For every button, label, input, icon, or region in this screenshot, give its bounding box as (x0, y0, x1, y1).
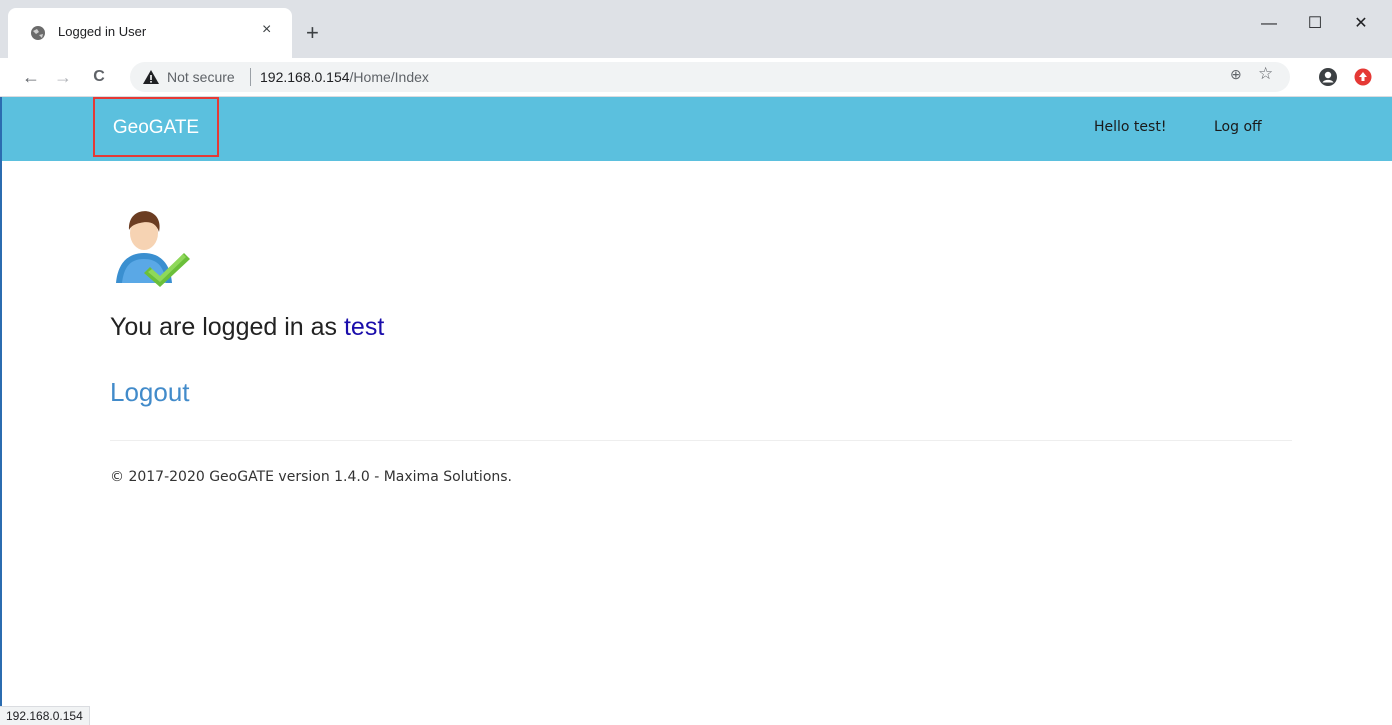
zoom-icon[interactable]: ⊕ (1230, 66, 1242, 83)
log-off-link[interactable]: Log off (1214, 119, 1262, 135)
address-bar[interactable]: Not secure 192.168.0.154/Home/Index (130, 62, 1290, 92)
tab-close-icon[interactable]: × (262, 21, 271, 39)
new-tab-button[interactable]: + (306, 22, 319, 44)
close-window-button[interactable]: ✕ (1338, 12, 1384, 36)
username-text: test (343, 313, 385, 341)
user-check-icon (116, 211, 190, 287)
security-label[interactable]: Not secure (167, 69, 235, 85)
url-path: /Home/Index (349, 69, 429, 85)
page-content: GeoGATE Hello test! Log off You are logg… (0, 97, 1392, 724)
logged-in-message: You are logged in as test (110, 313, 384, 342)
minimize-button[interactable]: — (1246, 12, 1292, 36)
hello-user-link[interactable]: Hello test! (1094, 119, 1166, 135)
url-separator (250, 68, 251, 86)
extension-icon[interactable] (1354, 68, 1372, 86)
warning-icon (143, 70, 159, 84)
brand-link[interactable]: GeoGATE (93, 97, 219, 157)
site-navbar: GeoGATE Hello test! Log off (2, 97, 1392, 161)
logged-in-prefix: You are logged in as (110, 313, 344, 341)
browser-tabstrip: Logged in User × + — ☐ ✕ (0, 0, 1392, 58)
url-host: 192.168.0.154 (260, 69, 350, 85)
url-text[interactable]: 192.168.0.154/Home/Index (260, 69, 429, 85)
bookmark-star-icon[interactable]: ☆ (1258, 64, 1273, 84)
maximize-button[interactable]: ☐ (1292, 12, 1338, 36)
tab-title: Logged in User (58, 24, 147, 39)
forward-icon[interactable]: → (52, 66, 74, 88)
status-bar: 192.168.0.154 (0, 706, 90, 725)
browser-tab[interactable]: Logged in User × (8, 8, 292, 58)
browser-toolbar: ← → C Not secure 192.168.0.154/Home/Inde… (0, 58, 1392, 97)
footer-copyright: © 2017-2020 GeoGATE version 1.4.0 - Maxi… (110, 469, 513, 485)
reload-icon[interactable]: C (88, 66, 110, 88)
back-icon[interactable]: ← (20, 66, 42, 88)
footer-divider (110, 440, 1292, 441)
profile-icon[interactable] (1318, 67, 1338, 87)
globe-icon (31, 26, 45, 40)
logout-link[interactable]: Logout (110, 377, 190, 408)
